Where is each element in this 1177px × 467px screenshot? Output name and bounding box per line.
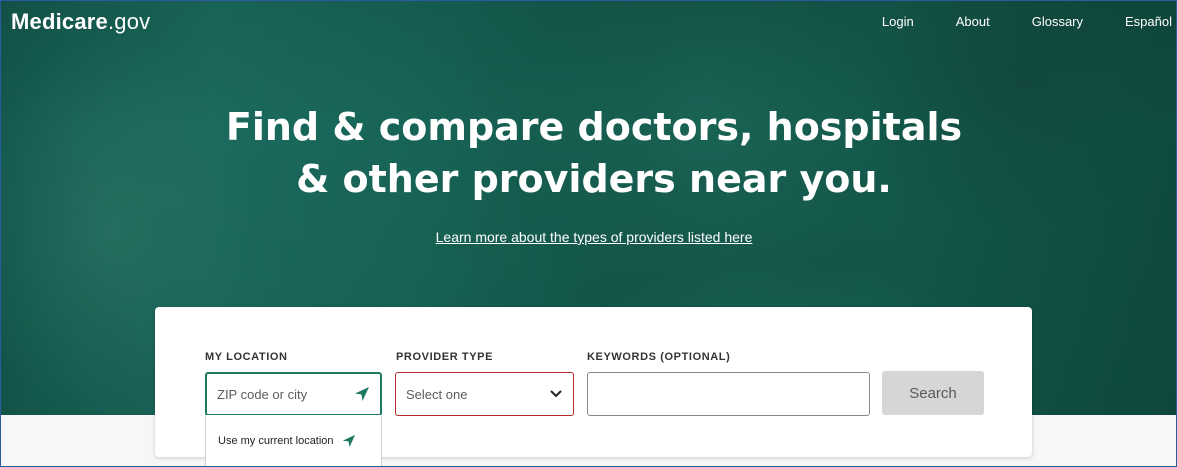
learn-more-link[interactable]: Learn more about the types of providers … (436, 229, 753, 245)
provider-type-label: PROVIDER TYPE (396, 351, 494, 363)
keywords-label: KEYWORDS (OPTIONAL) (587, 351, 731, 363)
page: Medicare.gov Login About Glossary Españo… (0, 0, 1177, 467)
nav-login-link[interactable]: Login (882, 14, 914, 29)
zip-code-placeholder: ZIP code or city (217, 386, 308, 402)
page-title-line-2: & other providers near you. (296, 157, 892, 201)
location-label: MY LOCATION (205, 351, 288, 363)
use-current-location-label: Use my current location (218, 434, 334, 447)
learn-more: Learn more about the types of providers … (1, 229, 1176, 247)
keywords-input[interactable] (587, 372, 870, 416)
chevron-down-icon (549, 389, 563, 399)
use-current-location-option[interactable]: Use my current location (205, 415, 382, 466)
provider-type-value: Select one (406, 386, 468, 402)
nav-espanol-link[interactable]: Español (1125, 14, 1172, 29)
nav-about-link[interactable]: About (956, 14, 990, 29)
logo-name: Medicare (11, 9, 108, 34)
search-button[interactable]: Search (882, 371, 984, 415)
provider-type-select[interactable]: Select one (395, 372, 574, 416)
location-arrow-icon[interactable] (354, 386, 370, 402)
location-arrow-icon (342, 434, 356, 448)
top-nav: Login About Glossary Español (840, 14, 1172, 29)
zip-code-input[interactable]: ZIP code or city (205, 372, 382, 416)
medicare-logo[interactable]: Medicare.gov (11, 9, 150, 35)
page-title-line-1: Find & compare doctors, hospitals (225, 105, 963, 149)
logo-suffix: .gov (107, 9, 151, 34)
nav-glossary-link[interactable]: Glossary (1032, 14, 1083, 29)
page-title: Find & compare doctors, hospitals & othe… (1, 101, 1176, 205)
